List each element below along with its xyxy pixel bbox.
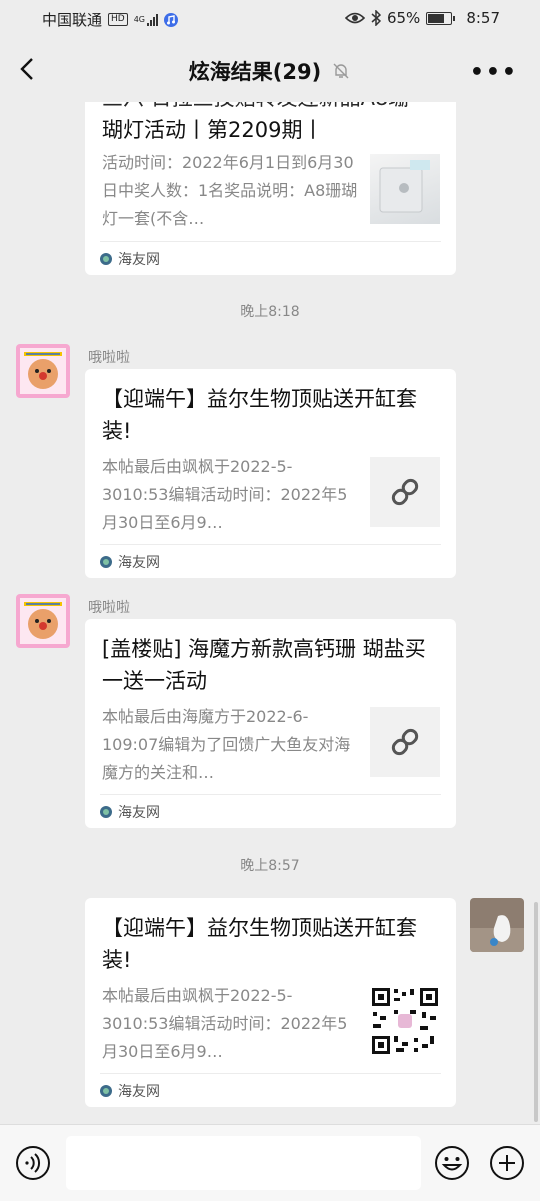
source-logo-icon xyxy=(100,1085,112,1097)
link-icon xyxy=(391,728,419,756)
card-title-clipped: 三六·日拉三技贴转发连新品A8珊 xyxy=(102,102,426,114)
input-bar xyxy=(0,1124,540,1201)
plus-icon[interactable] xyxy=(489,1145,525,1181)
bluetooth-icon xyxy=(371,10,381,26)
sender-name: 哦啦啦 xyxy=(88,350,130,366)
link-icon xyxy=(391,478,419,506)
link-card[interactable]: 【迎端午】益尔生物顶贴送开缸套装! 本帖最后由飒枫于2022-5-3010:53… xyxy=(85,369,456,578)
qr-code-thumbnail xyxy=(370,986,440,1056)
card-source: 海友网 xyxy=(100,544,441,579)
card-title: 【迎端午】益尔生物顶贴送开缸套装! xyxy=(102,916,417,972)
sender-name: 哦啦啦 xyxy=(88,600,130,616)
avatar[interactable] xyxy=(16,594,70,648)
source-logo-icon xyxy=(100,253,112,265)
mute-bell-icon xyxy=(333,63,349,79)
source-logo-icon xyxy=(100,806,112,818)
card-source: 海友网 xyxy=(100,241,441,276)
music-app-icon xyxy=(164,12,179,27)
scrollbar[interactable] xyxy=(534,902,538,1122)
source-label: 海友网 xyxy=(118,252,160,268)
clock: 8:57 xyxy=(466,9,500,27)
card-title: 瑚灯活动丨第2209期丨 xyxy=(102,118,324,142)
card-description: 本帖最后由飒枫于2022-5-3010:53编辑活动时间：2022年5月30日至… xyxy=(102,457,348,532)
qr-code-icon xyxy=(372,988,438,1054)
source-label: 海友网 xyxy=(118,1084,160,1100)
timestamp: 晚上8:57 xyxy=(240,858,300,874)
message-list: 三六·日拉三技贴转发连新品A8珊 瑚灯活动丨第2209期丨 活动时间：2022年… xyxy=(0,102,540,1124)
card-description: 活动时间：2022年6月1日到6月30日中奖人数：1名奖品说明：A8珊瑚灯一套(… xyxy=(102,153,358,228)
card-description: 本帖最后由海魔方于2022-6-109:07编辑为了回馈广大鱼友对海魔方的关注和… xyxy=(102,707,351,782)
source-logo-icon xyxy=(100,556,112,568)
card-description: 本帖最后由飒枫于2022-5-3010:53编辑活动时间：2022年5月30日至… xyxy=(102,986,348,1061)
emoji-icon[interactable] xyxy=(434,1145,470,1181)
status-bar: 中国联通 HD 4G 65% 8:57 xyxy=(0,0,540,36)
voice-input-icon[interactable] xyxy=(15,1145,51,1181)
signal-icon xyxy=(147,13,159,26)
chat-title: 炫海结果(29) xyxy=(188,60,322,84)
avatar[interactable] xyxy=(16,344,70,398)
battery-icon xyxy=(426,11,456,25)
source-label: 海友网 xyxy=(118,805,160,821)
my-avatar[interactable] xyxy=(470,898,524,952)
hd-badge: HD xyxy=(108,13,128,26)
link-card[interactable]: 三六·日拉三技贴转发连新品A8珊 瑚灯活动丨第2209期丨 活动时间：2022年… xyxy=(85,102,456,275)
carrier-label: 中国联通 xyxy=(42,11,103,29)
message-input[interactable] xyxy=(66,1136,421,1190)
eye-icon xyxy=(344,12,365,24)
link-card[interactable]: [盖楼贴] 海魔方新款高钙珊 瑚盐买一送一活动 本帖最后由海魔方于2022-6-… xyxy=(85,619,456,828)
card-title: 【迎端午】益尔生物顶贴送开缸套装! xyxy=(102,387,417,443)
card-title: [盖楼贴] 海魔方新款高钙珊 瑚盐买一送一活动 xyxy=(102,637,426,693)
card-source: 海友网 xyxy=(100,1073,441,1108)
source-label: 海友网 xyxy=(118,555,160,571)
more-options-icon[interactable]: ••• xyxy=(470,60,518,85)
timestamp: 晚上8:18 xyxy=(240,304,300,320)
battery-percent: 65% xyxy=(386,9,421,27)
chat-header: 炫海结果(29) ••• xyxy=(0,36,540,102)
link-card[interactable]: 【迎端午】益尔生物顶贴送开缸套装! 本帖最后由飒枫于2022-5-3010:53… xyxy=(85,898,456,1107)
product-thumbnail xyxy=(370,154,440,224)
card-source: 海友网 xyxy=(100,794,441,829)
network-label: 4G xyxy=(133,14,146,24)
link-thumbnail xyxy=(370,707,440,777)
link-thumbnail xyxy=(370,457,440,527)
